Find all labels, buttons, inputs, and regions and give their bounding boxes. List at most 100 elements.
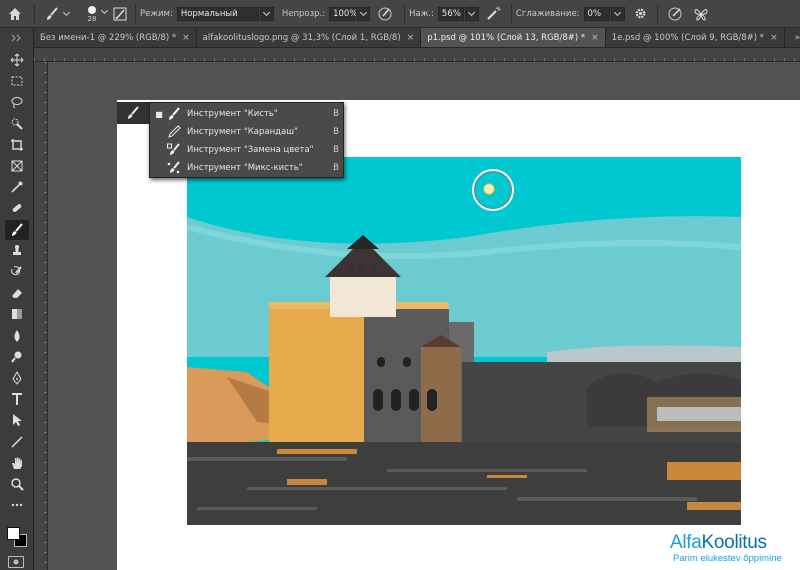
flyout-item[interactable]: ■ Инструмент "Кисть" B <box>150 105 343 123</box>
smoothing-dropdown[interactable] <box>610 6 625 21</box>
brush-tool-group-button[interactable] <box>117 102 149 124</box>
tool-line[interactable] <box>5 432 29 452</box>
tab-label: 1e.psd @ 100% (Слой 9, RGB/8#) * <box>611 32 765 43</box>
flyout-item[interactable]: Инструмент "Микс-кисть" B <box>150 159 343 177</box>
flow-dropdown[interactable] <box>464 6 479 21</box>
eraser-icon <box>12 289 22 299</box>
tool-type[interactable] <box>5 389 29 409</box>
castle-photo-layer[interactable] <box>187 157 741 525</box>
brush-settings-button[interactable] <box>109 0 131 28</box>
tool-gradient[interactable] <box>5 304 29 324</box>
opacity-input[interactable]: 100% <box>329 6 358 21</box>
mode-label: Режим: <box>140 8 173 19</box>
blend-mode-dropdown[interactable] <box>259 6 274 21</box>
blur-icon <box>14 329 20 342</box>
alfakoolitus-logo: AlfaKoolitus Parim elukestev õppimine <box>664 529 800 570</box>
tool-move[interactable] <box>5 50 29 70</box>
smoothing-value: 0% <box>587 8 602 19</box>
double-chevron-icon <box>11 34 21 42</box>
path-select-icon <box>13 414 22 427</box>
pressure-size-button[interactable] <box>662 0 688 28</box>
chevron-down-icon <box>614 8 622 16</box>
symmetry-button[interactable] <box>688 0 714 28</box>
color-replacement-icon <box>164 142 184 158</box>
vertical-ruler[interactable] <box>34 62 48 570</box>
tool-more[interactable] <box>5 495 29 515</box>
pressure-icon <box>378 7 392 20</box>
tool-pen[interactable] <box>5 368 29 388</box>
logo-brand-a: Alfa <box>670 532 702 553</box>
tool-lasso[interactable] <box>5 92 29 112</box>
quick-mask-button[interactable] <box>8 556 24 568</box>
panel-collapse-toggle[interactable] <box>0 28 34 48</box>
tab-close-icon[interactable]: × <box>182 33 190 43</box>
foreground-color-swatch[interactable] <box>7 527 20 540</box>
flyout-item-shortcut: B <box>333 127 339 137</box>
flow-input[interactable]: 56% <box>437 6 464 21</box>
tab-close-icon[interactable]: × <box>591 33 599 43</box>
tool-frame[interactable] <box>5 156 29 176</box>
blend-mode-select[interactable]: Нормальный <box>176 6 259 21</box>
tabs-overflow-button[interactable]: » <box>785 28 800 47</box>
line-icon <box>11 436 23 448</box>
tool-clone-stamp[interactable] <box>5 241 29 261</box>
lasso-icon <box>11 97 23 109</box>
tool-history-brush[interactable] <box>5 262 29 282</box>
flyout-item[interactable]: Инструмент "Карандаш" B <box>150 123 343 141</box>
chevron-down-icon <box>100 6 109 14</box>
tool-crop[interactable] <box>5 135 29 155</box>
tool-dodge[interactable] <box>5 347 29 367</box>
airbrush-button[interactable] <box>479 0 507 28</box>
document-tab[interactable]: alfakoolituslogo.png @ 31,3% (Слой 1, RG… <box>196 28 422 47</box>
quick-select-icon <box>11 118 23 130</box>
more-icon <box>11 503 23 507</box>
flyout-item-label: Инструмент "Микс-кисть" <box>187 163 303 173</box>
document-tab[interactable]: 1e.psd @ 100% (Слой 9, RGB/8#) * × <box>605 28 785 47</box>
eyedropper-icon <box>11 181 23 193</box>
horizontal-ruler[interactable] <box>34 48 800 62</box>
gradient-icon <box>12 309 22 320</box>
chevron-down-icon <box>468 8 476 16</box>
logo-brand-b: Koolitus <box>701 532 768 553</box>
tool-preset-picker[interactable] <box>39 0 75 28</box>
brush-tools-flyout: ■ Инструмент "Кисть" B Инструмент "Карандаш… <box>149 102 344 178</box>
document-tab[interactable]: Без имени-1 @ 229% (RGB/8) * × <box>34 28 197 47</box>
tool-hand[interactable] <box>5 453 29 473</box>
zoom-icon <box>11 478 24 491</box>
flow-value: 56% <box>441 8 461 19</box>
chevron-down-icon <box>263 8 271 16</box>
brush-cursor <box>472 169 514 211</box>
brush-size-picker[interactable]: 28 <box>75 0 109 28</box>
pressure-opacity-button[interactable] <box>370 0 400 28</box>
pressure-label: Наж.: <box>409 8 434 19</box>
tool-blur[interactable] <box>5 326 29 346</box>
smoothing-options-button[interactable] <box>629 0 653 28</box>
tool-quick-select[interactable] <box>5 114 29 134</box>
smoothing-input[interactable]: 0% <box>583 6 610 21</box>
flyout-item[interactable]: Инструмент "Замена цвета" B <box>150 141 343 159</box>
tool-eyedropper[interactable] <box>5 177 29 197</box>
opacity-value: 100% <box>333 8 358 19</box>
document-tab[interactable]: p1.psd @ 101% (Слой 13, RGB/8#) * × <box>421 28 606 47</box>
home-icon <box>9 7 21 20</box>
tool-path-select[interactable] <box>5 410 29 430</box>
color-swatches[interactable] <box>4 524 30 550</box>
opacity-dropdown[interactable] <box>356 6 371 21</box>
tool-eraser[interactable] <box>5 283 29 303</box>
butterfly-icon <box>694 8 708 21</box>
brush-settings-icon <box>113 7 127 20</box>
home-button[interactable] <box>0 0 30 28</box>
tab-close-icon[interactable]: × <box>770 33 778 43</box>
flyout-item-label: Инструмент "Замена цвета" <box>187 145 314 155</box>
pen-icon <box>12 371 22 385</box>
brush-icon <box>47 6 58 20</box>
tool-zoom[interactable] <box>5 474 29 494</box>
tab-label: alfakoolituslogo.png @ 31,3% (Слой 1, RG… <box>202 32 401 43</box>
tool-healing[interactable] <box>5 198 29 218</box>
blend-mode-value: Нормальный <box>180 8 238 19</box>
pencil-icon <box>164 124 184 140</box>
tool-brush[interactable] <box>5 219 29 240</box>
type-icon <box>12 393 22 406</box>
tab-close-icon[interactable]: × <box>407 33 415 43</box>
tool-marquee[interactable] <box>5 71 29 91</box>
